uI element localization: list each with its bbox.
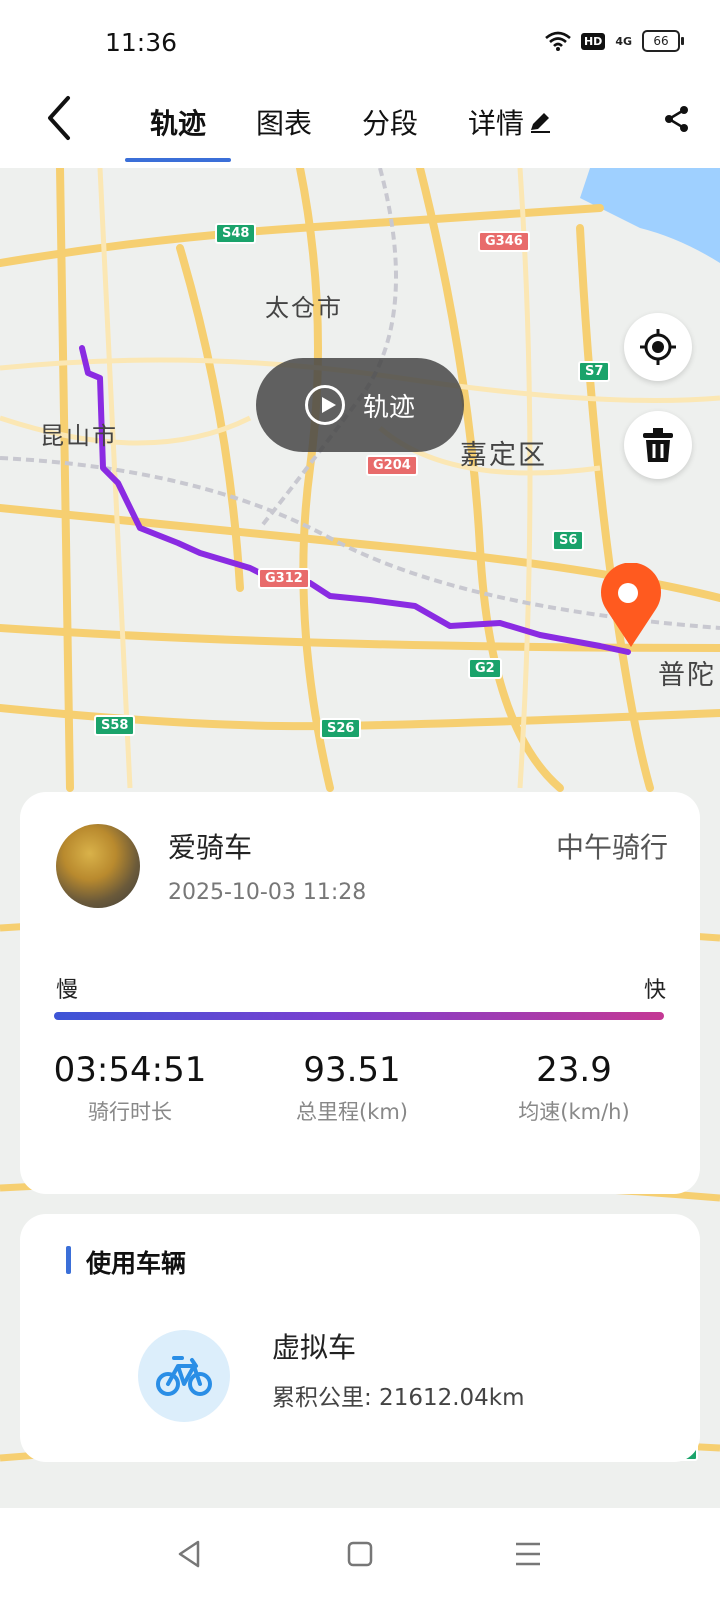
road-tag: S6 [552, 530, 585, 551]
pencil-icon [531, 113, 551, 133]
fast-label: 快 [643, 978, 666, 1003]
crosshair-icon [640, 329, 676, 365]
share-icon[interactable] [662, 104, 692, 134]
wifi-icon [545, 31, 571, 51]
avatar[interactable] [56, 824, 140, 908]
road-tag: G312 [258, 568, 310, 589]
back-arrow-icon[interactable] [40, 90, 80, 150]
hd-icon: HD [580, 32, 606, 50]
road-tag: S7 [578, 361, 611, 382]
road-tag: G346 [478, 231, 530, 252]
play-track-button[interactable]: 轨迹 [256, 358, 464, 452]
slow-label: 慢 [56, 978, 79, 1003]
road-tag: S26 [320, 718, 362, 739]
stat-distance: 93.51 总里程(km) [252, 1050, 452, 1126]
speed-gradient-bar [54, 1012, 664, 1020]
system-nav-bar [0, 1508, 720, 1600]
road-tag: G204 [366, 455, 418, 476]
menu-lines-icon[interactable] [508, 1534, 548, 1574]
tab-chart[interactable]: 图表 [256, 102, 312, 142]
tab-track[interactable]: 轨迹 [124, 102, 232, 162]
stat-label: 骑行时长 [88, 1100, 172, 1124]
section-title: 使用车辆 [66, 1244, 186, 1280]
road-tag: S58 [94, 715, 136, 736]
end-location-pin-icon [601, 563, 661, 647]
stat-label: 总里程(km) [295, 1100, 408, 1124]
play-icon [304, 385, 345, 425]
locate-button[interactable] [624, 313, 692, 381]
vehicle-name: 虚拟车 [272, 1331, 357, 1364]
stat-value: 93.51 [303, 1050, 401, 1090]
place-label: 普陀 [658, 660, 716, 691]
place-label: 太仓市 [265, 294, 343, 322]
place-label: 昆山市 [40, 422, 118, 450]
clock: 11:36 [105, 28, 178, 57]
back-triangle-icon[interactable] [170, 1534, 210, 1574]
tab-segments[interactable]: 分段 [362, 102, 418, 142]
vehicle-total-distance: 累积公里: 21612.04km [272, 1385, 525, 1411]
stat-avg-speed: 23.9 均速(km/h) [474, 1050, 674, 1126]
play-track-label: 轨迹 [362, 392, 415, 423]
status-bar: 11:36 HD 4G 66 [0, 0, 720, 84]
home-square-icon[interactable] [340, 1534, 380, 1574]
stat-value: 03:54:51 [53, 1050, 207, 1090]
vehicle-avatar [138, 1330, 230, 1422]
place-label: 嘉定区 [460, 440, 547, 471]
top-nav: 轨迹 图表 分段 详情 [0, 84, 720, 168]
user-name: 爱骑车 [168, 831, 253, 864]
status-icons: HD 4G 66 [545, 30, 684, 52]
signal-icon: 4G [615, 34, 632, 48]
trash-icon [643, 428, 673, 462]
bicycle-icon [156, 1356, 212, 1396]
battery-level: 66 [653, 34, 669, 48]
ride-datetime: 2025-10-03 11:28 [168, 880, 367, 905]
delete-button[interactable] [624, 411, 692, 479]
ride-summary-card: 爱骑车 中午骑行 2025-10-03 11:28 慢 快 03:54:51 骑… [20, 792, 700, 1194]
road-tag: G2 [468, 658, 502, 679]
battery-icon: 66 [642, 30, 684, 52]
ride-type: 中午骑行 [555, 831, 668, 864]
tab-details[interactable]: 详情 [468, 102, 552, 142]
stat-duration: 03:54:51 骑行时长 [30, 1050, 230, 1126]
tab-details-label: 详情 [468, 107, 525, 140]
vehicle-card[interactable]: 使用车辆 虚拟车 累积公里: 21612.04km [20, 1214, 700, 1462]
stat-label: 均速(km/h) [518, 1100, 630, 1124]
stat-value: 23.9 [536, 1050, 612, 1090]
road-tag: S48 [215, 223, 257, 244]
tab-bar: 轨迹 图表 分段 详情 [124, 102, 602, 162]
